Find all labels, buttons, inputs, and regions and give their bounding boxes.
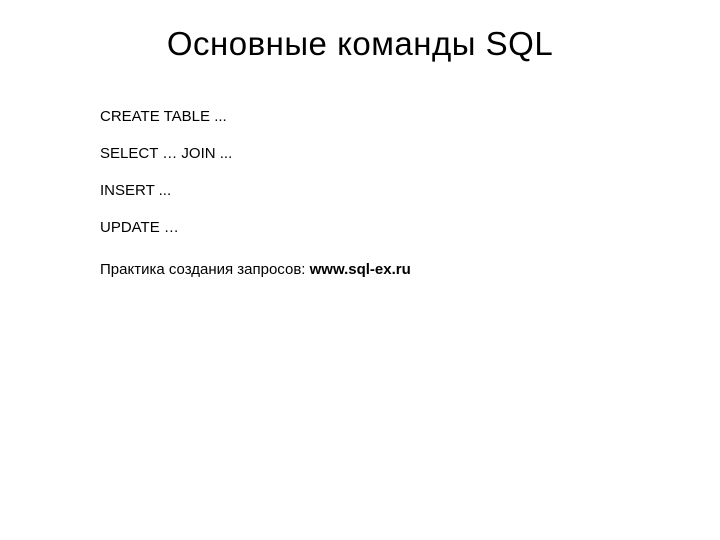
slide-title: Основные команды SQL [0, 25, 720, 63]
sql-command-create: CREATE TABLE ... [100, 108, 720, 125]
practice-line: Практика создания запросов: www.sql-ex.r… [100, 261, 720, 278]
slide-content: CREATE TABLE ... SELECT … JOIN ... INSER… [0, 108, 720, 278]
sql-command-insert: INSERT ... [100, 182, 720, 199]
practice-link: www.sql-ex.ru [310, 261, 411, 278]
sql-command-select: SELECT … JOIN ... [100, 145, 720, 162]
practice-label: Практика создания запросов: [100, 261, 310, 278]
slide: Основные команды SQL CREATE TABLE ... SE… [0, 0, 720, 540]
sql-command-update: UPDATE … [100, 219, 720, 236]
